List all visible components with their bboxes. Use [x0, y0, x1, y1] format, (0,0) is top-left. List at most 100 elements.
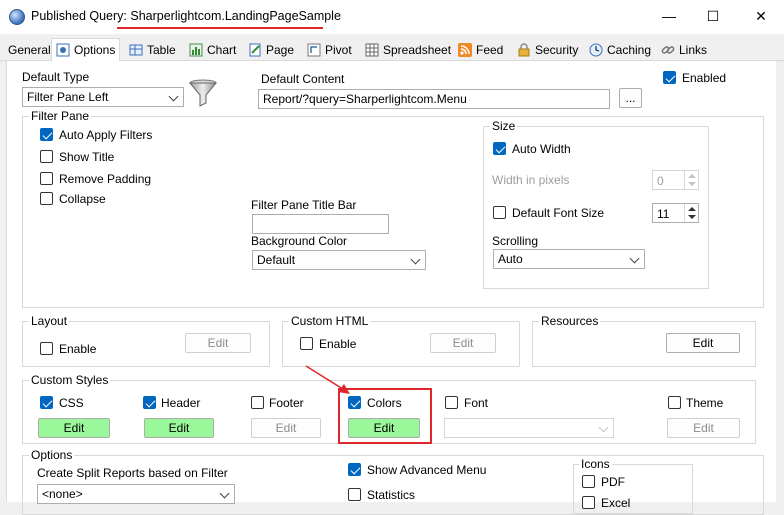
excel-checkbox[interactable] [582, 496, 595, 509]
edit-label: Edit [693, 421, 714, 435]
width-in-pixels-label: Width in pixels [492, 173, 570, 187]
window-title-query-name: Sharperlightcom.LandingPageSample [130, 9, 341, 23]
show-title-checkbox[interactable] [40, 150, 53, 163]
minimize-button[interactable]: — [646, 0, 692, 32]
auto-width-label: Auto Width [512, 142, 571, 156]
scrolling-select[interactable]: Auto [493, 249, 645, 269]
tab-caching[interactable]: Caching [585, 40, 655, 60]
options-title: Options [29, 448, 75, 462]
edit-label: Edit [63, 421, 85, 435]
layout-title: Layout [29, 314, 70, 328]
split-reports-select[interactable]: <none> [37, 484, 235, 504]
custom-html-edit-button[interactable]: Edit [430, 333, 496, 353]
font-size-value: 11 [657, 207, 670, 221]
colors-edit-button[interactable]: Edit [348, 418, 420, 438]
tab-pivot[interactable]: Pivot [303, 40, 356, 60]
font-select[interactable] [444, 418, 614, 438]
pdf-checkbox[interactable] [582, 475, 595, 488]
default-content-input[interactable]: Report/?query=Sharperlightcom.Menu [258, 89, 610, 109]
edit-label: Edit [452, 336, 474, 350]
chevron-down-icon [410, 254, 421, 265]
theme-label: Theme [686, 396, 724, 410]
custom-html-enable-checkbox[interactable] [300, 337, 313, 350]
theme-edit-button[interactable]: Edit [667, 418, 740, 438]
header-checkbox[interactable] [143, 396, 156, 409]
enabled-checkbox[interactable] [663, 71, 676, 84]
page-icon [248, 43, 262, 57]
footer-edit-button[interactable]: Edit [251, 418, 321, 438]
default-content-label: Default Content [261, 72, 345, 86]
spreadsheet-icon [365, 43, 379, 57]
split-reports-label: Create Split Reports based on Filter [37, 466, 228, 480]
width-in-pixels-spinner[interactable]: 0 [652, 170, 699, 190]
default-type-select[interactable]: Filter Pane Left [22, 87, 184, 107]
tab-general[interactable]: General [4, 40, 55, 60]
auto-apply-filters-label: Auto Apply Filters [59, 128, 153, 142]
layout-enable-checkbox[interactable] [40, 342, 53, 355]
tab-label: Links [679, 43, 708, 57]
icons-title: Icons [579, 457, 612, 471]
tab-feed[interactable]: Feed [454, 40, 507, 60]
font-checkbox[interactable] [445, 396, 458, 409]
clock-icon [589, 43, 603, 57]
browse-button[interactable]: ... [619, 88, 642, 108]
theme-checkbox[interactable] [668, 396, 681, 409]
show-title-label: Show Title [59, 150, 115, 164]
tab-table[interactable]: Table [125, 40, 180, 60]
close-button[interactable]: ✕ [738, 0, 784, 32]
edit-label: Edit [168, 421, 190, 435]
filter-pane-title-bar-input[interactable] [252, 214, 389, 234]
background-color-select[interactable]: Default [252, 250, 426, 270]
css-edit-button[interactable]: Edit [38, 418, 110, 438]
layout-edit-button[interactable]: Edit [185, 333, 251, 353]
tab-label: Options [74, 43, 116, 57]
tab-options[interactable]: Options [51, 38, 121, 61]
collapse-label: Collapse [59, 192, 106, 206]
footer-checkbox[interactable] [251, 396, 264, 409]
spin-down-icon [688, 215, 696, 219]
options-icon [56, 43, 70, 57]
custom-html-enable-label: Enable [319, 337, 357, 351]
statistics-checkbox[interactable] [348, 488, 361, 501]
edit-label: Edit [692, 336, 714, 350]
custom-html-title: Custom HTML [289, 314, 371, 328]
default-font-size-checkbox[interactable] [493, 206, 506, 219]
tab-label: Feed [476, 43, 504, 57]
colors-label: Colors [367, 396, 402, 410]
remove-padding-label: Remove Padding [59, 172, 152, 186]
remove-padding-checkbox[interactable] [40, 172, 53, 185]
spinner-arrows[interactable] [684, 171, 698, 189]
red-arrow-annotation [305, 365, 350, 394]
header-edit-button[interactable]: Edit [144, 418, 214, 438]
show-advanced-menu-checkbox[interactable] [348, 463, 361, 476]
statistics-label: Statistics [367, 488, 416, 502]
red-underline-annotation [117, 27, 323, 29]
auto-width-checkbox[interactable] [493, 142, 506, 155]
tab-chart[interactable]: Chart [185, 40, 240, 60]
tab-links[interactable]: Links [657, 40, 711, 60]
tab-label: Pivot [325, 43, 352, 57]
table-icon [129, 43, 143, 57]
layout-enable-label: Enable [59, 342, 97, 356]
resources-edit-button[interactable]: Edit [666, 333, 740, 353]
tab-page[interactable]: Page [244, 40, 298, 60]
tab-label: Chart [207, 43, 237, 57]
default-font-size-label: Default Font Size [512, 206, 605, 220]
collapse-checkbox[interactable] [40, 192, 53, 205]
excel-label: Excel [601, 496, 631, 510]
scrolling-value: Auto [498, 252, 523, 266]
tab-spreadsheet[interactable]: Spreadsheet [361, 40, 455, 60]
tab-label: General [8, 43, 51, 57]
font-size-spinner[interactable]: 11 [652, 203, 699, 223]
tab-security[interactable]: Security [513, 40, 582, 60]
maximize-button[interactable]: ☐ [690, 0, 736, 32]
edit-label: Edit [207, 336, 229, 350]
chevron-down-icon [219, 488, 230, 499]
spinner-arrows[interactable] [684, 204, 698, 222]
vertical-scrollbar[interactable] [776, 61, 784, 502]
auto-apply-filters-checkbox[interactable] [40, 128, 53, 141]
css-checkbox[interactable] [40, 396, 53, 409]
filter-pane-title-bar-label: Filter Pane Title Bar [251, 198, 357, 212]
window-title: Published Query: Sharperlightcom.Landing… [31, 9, 341, 23]
default-type-value: Filter Pane Left [27, 90, 109, 104]
